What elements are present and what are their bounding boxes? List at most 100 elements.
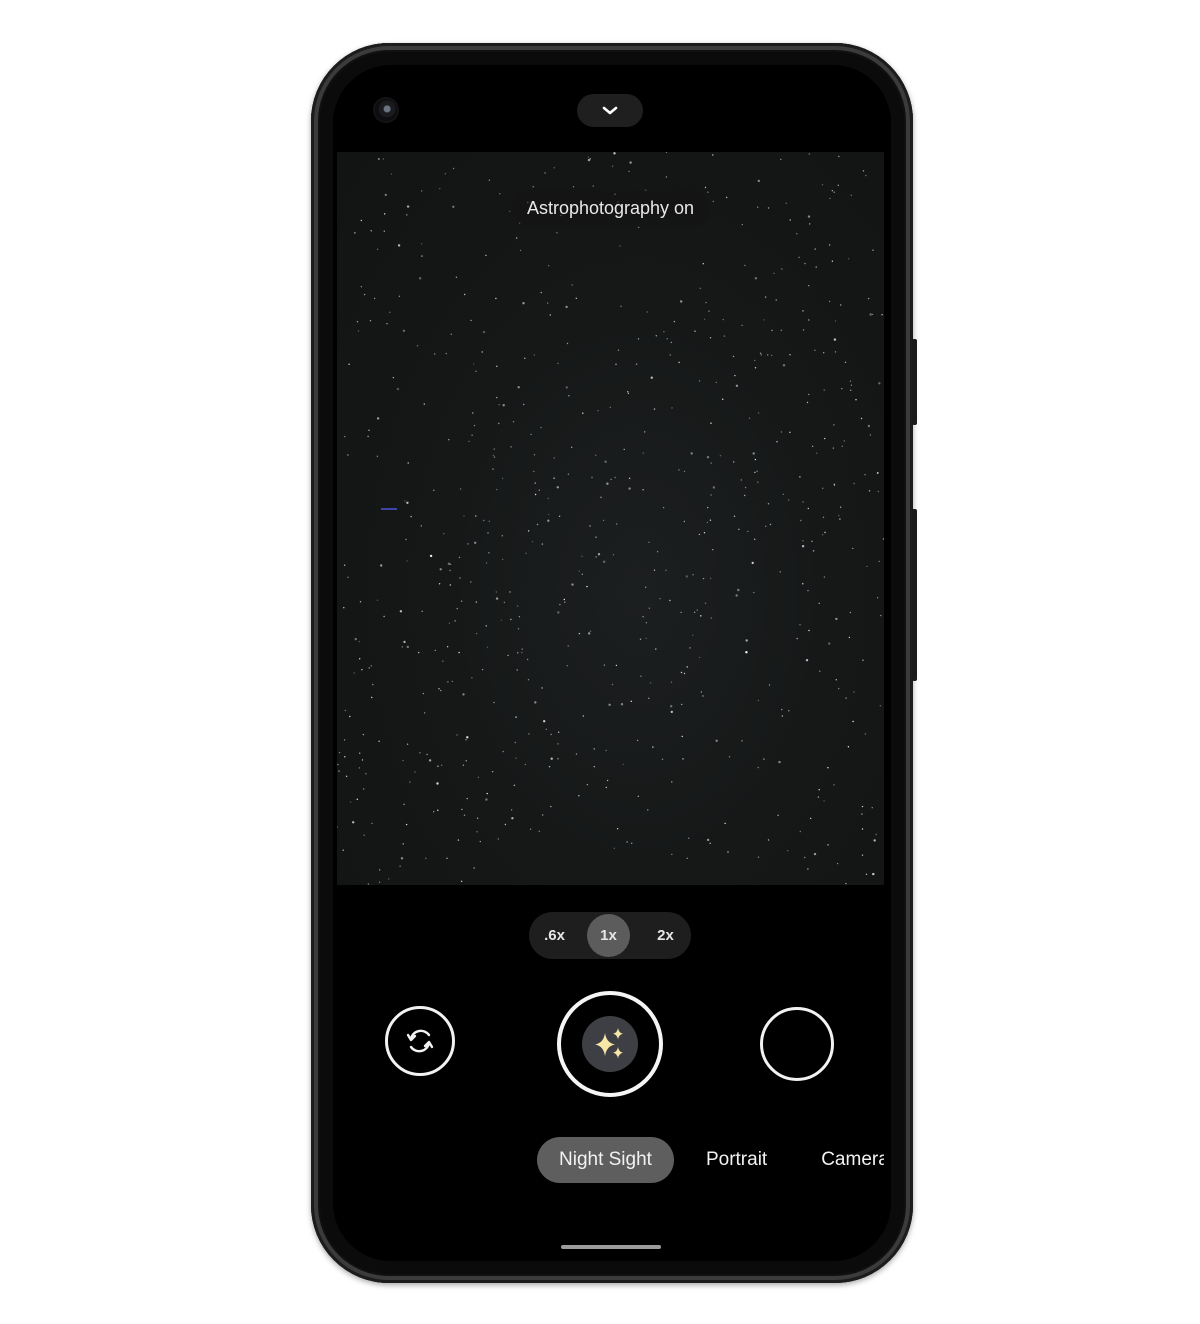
- star: [741, 324, 743, 327]
- star: [531, 541, 534, 543]
- star: [831, 260, 834, 262]
- viewfinder[interactable]: Astrophotography on: [337, 152, 884, 885]
- mode-night-sight[interactable]: Night Sight: [537, 1137, 674, 1183]
- star: [376, 248, 379, 250]
- star: [669, 599, 671, 602]
- star: [419, 752, 421, 754]
- star: [613, 152, 616, 155]
- star: [710, 462, 712, 464]
- star: [767, 839, 770, 841]
- star: [871, 313, 874, 316]
- star: [488, 552, 490, 554]
- star: [615, 363, 617, 365]
- star: [845, 882, 847, 885]
- star: [464, 293, 466, 296]
- chevron-down-icon: [602, 106, 618, 114]
- star: [439, 187, 441, 190]
- star: [586, 783, 589, 786]
- star: [678, 361, 680, 364]
- starfield: [337, 152, 884, 885]
- star: [648, 697, 650, 699]
- star: [644, 431, 646, 433]
- star: [587, 158, 591, 162]
- gallery-thumbnail-button[interactable]: [760, 1007, 834, 1081]
- star: [547, 519, 550, 522]
- star: [527, 530, 530, 532]
- star: [378, 740, 380, 742]
- star: [582, 715, 584, 717]
- star: [849, 380, 852, 382]
- star: [496, 396, 498, 399]
- star: [497, 838, 499, 840]
- star: [850, 194, 852, 196]
- zoom-option-1x[interactable]: 1x: [587, 914, 630, 957]
- star: [780, 329, 782, 331]
- star: [759, 352, 762, 354]
- star: [575, 297, 577, 299]
- star: [523, 403, 525, 406]
- shutter-button[interactable]: [557, 991, 663, 1097]
- star: [665, 569, 667, 571]
- star: [603, 664, 606, 666]
- star: [578, 795, 580, 797]
- star: [493, 448, 495, 450]
- star: [817, 796, 820, 798]
- star: [821, 534, 824, 536]
- star: [823, 576, 826, 578]
- star: [872, 872, 875, 876]
- star: [463, 814, 466, 816]
- star: [645, 637, 647, 640]
- star: [617, 349, 620, 351]
- star: [881, 314, 883, 316]
- star: [572, 186, 575, 188]
- star: [737, 588, 740, 592]
- mode-camera[interactable]: Camera: [799, 1137, 884, 1183]
- star: [788, 499, 790, 501]
- star: [799, 624, 801, 626]
- star: [542, 814, 544, 816]
- star: [807, 507, 809, 510]
- star: [852, 547, 854, 550]
- switch-camera-button[interactable]: [385, 1006, 455, 1076]
- star: [709, 337, 712, 339]
- star: [843, 440, 845, 442]
- star: [383, 230, 385, 232]
- star: [589, 525, 591, 527]
- star: [529, 828, 532, 830]
- sparkles-icon: [595, 1028, 623, 1059]
- star: [358, 640, 360, 643]
- star: [763, 758, 765, 760]
- star: [833, 784, 835, 786]
- star: [344, 435, 346, 438]
- star: [833, 191, 835, 193]
- star: [557, 362, 559, 365]
- star: [796, 637, 798, 640]
- star: [814, 248, 816, 250]
- star: [876, 597, 879, 599]
- expand-settings-button[interactable]: [577, 94, 643, 127]
- zoom-option-0.6x[interactable]: .6x: [531, 912, 578, 959]
- star: [703, 532, 706, 534]
- star: [403, 803, 405, 805]
- zoom-option-2x[interactable]: 2x: [642, 912, 689, 959]
- mode-portrait[interactable]: Portrait: [684, 1137, 789, 1183]
- star: [735, 384, 739, 387]
- star: [359, 658, 361, 660]
- home-indicator[interactable]: [561, 1245, 661, 1249]
- star: [367, 883, 370, 885]
- star: [545, 728, 547, 730]
- star: [396, 387, 400, 391]
- star: [649, 682, 652, 684]
- star: [557, 611, 560, 614]
- star: [404, 500, 406, 502]
- star: [471, 677, 473, 679]
- astrophotography-toast: Astrophotography on: [510, 190, 711, 227]
- star: [708, 310, 710, 312]
- star: [808, 393, 810, 396]
- star: [828, 642, 831, 645]
- star: [400, 857, 404, 860]
- star: [853, 482, 855, 485]
- star: [680, 300, 683, 303]
- star: [352, 821, 355, 824]
- star: [475, 370, 477, 372]
